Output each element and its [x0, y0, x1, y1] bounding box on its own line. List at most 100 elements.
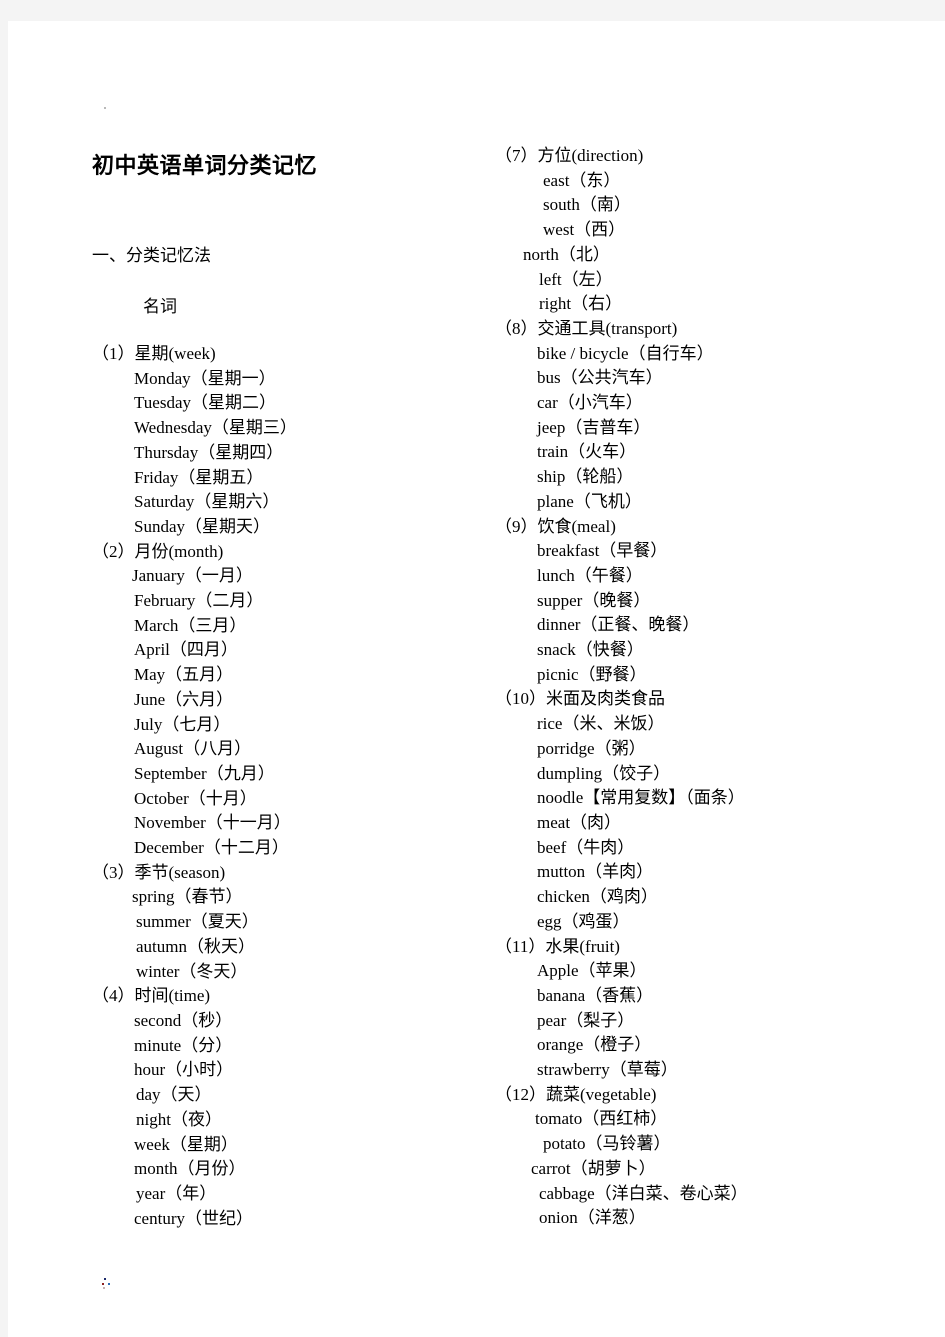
- scan-artifact-dot: [104, 107, 106, 109]
- word-group: （8）交通工具(transport) bike / bicycle（自行车） bus…: [495, 317, 925, 515]
- word-item: summer（夏天）: [136, 912, 259, 932]
- word-item: bus（公共汽车）: [537, 368, 663, 388]
- word-item: noodle【常用复数】（面条）: [537, 788, 745, 808]
- word-item: egg（鸡蛋）: [537, 911, 630, 931]
- word-item: rice（米、米饭）: [537, 714, 665, 734]
- word-item: chicken（鸡肉）: [537, 887, 658, 907]
- word-item: right（右）: [539, 294, 623, 314]
- word-group-title: （10）米面及肉类食品: [495, 689, 665, 709]
- word-item: ship（轮船）: [537, 467, 634, 487]
- word-item: train（火车）: [537, 442, 637, 462]
- word-item: pear（梨子）: [537, 1010, 635, 1030]
- word-item: supper（晚餐）: [537, 590, 651, 610]
- scan-artifact-dot: [102, 1283, 104, 1285]
- word-group: （3）季节(season) spring（春节） summer（夏天） autumn（…: [92, 861, 492, 985]
- subsection-heading: 名词: [143, 297, 177, 316]
- word-item: onion（洋葱）: [539, 1208, 646, 1228]
- left-column: （1）星期(week) Monday（星期一） Tuesday（星期二） Wednes…: [92, 342, 492, 1231]
- word-item: Friday（星期五）: [134, 467, 264, 487]
- word-item: March（三月）: [134, 615, 247, 635]
- scan-artifact-dot: [104, 1278, 106, 1280]
- word-item: Saturday（星期六）: [134, 492, 280, 512]
- word-item: October（十月）: [134, 788, 257, 808]
- word-item: hour（小时）: [134, 1060, 234, 1080]
- word-item: July（七月）: [134, 714, 231, 734]
- word-item: day（天）: [136, 1085, 212, 1105]
- word-group: （10）米面及肉类食品 rice（米、米饭） porridge（粥） dumpling…: [495, 687, 925, 934]
- word-item: plane（飞机）: [537, 491, 642, 511]
- scan-artifact-dot: [103, 1287, 105, 1289]
- word-item: Monday（星期一）: [134, 368, 276, 388]
- word-item: minute（分）: [134, 1035, 233, 1055]
- word-item: car（小汽车）: [537, 393, 643, 413]
- word-item: lunch（午餐）: [537, 565, 643, 585]
- word-group: （12）蔬菜(vegetable) tomato（西红柿） potato（马铃薯） c…: [495, 1083, 925, 1231]
- section-heading: 一、分类记忆法: [92, 246, 211, 265]
- word-group-title: （9）饮食(meal): [495, 516, 616, 536]
- word-item: picnic（野餐）: [537, 664, 647, 684]
- word-item: carrot（胡萝卜）: [531, 1158, 656, 1178]
- word-group: （2）月份(month) January（一月） February（二月） March…: [92, 540, 492, 861]
- word-item: November（十一月）: [134, 813, 291, 833]
- word-item: Thursday（星期四）: [134, 442, 284, 462]
- word-item: porridge（粥）: [537, 738, 646, 758]
- word-item: September（九月）: [134, 763, 275, 783]
- word-group: （1）星期(week) Monday（星期一） Tuesday（星期二） Wednes…: [92, 342, 492, 540]
- word-item: breakfast（早餐）: [537, 541, 668, 561]
- word-item: century（世纪）: [134, 1208, 253, 1228]
- word-item: autumn（秋天）: [136, 936, 255, 956]
- word-item: April（四月）: [134, 640, 238, 660]
- word-item: tomato（西红柿）: [535, 1109, 668, 1129]
- word-item: dinner（正餐、晚餐）: [537, 615, 700, 635]
- word-item: Apple（苹果）: [537, 961, 647, 981]
- word-item: cabbage（洋白菜、卷心菜）: [539, 1183, 748, 1203]
- word-item: mutton（羊肉）: [537, 862, 654, 882]
- word-item: jeep（吉普车）: [537, 417, 651, 437]
- word-item: February（二月）: [134, 591, 264, 611]
- word-item: bike / bicycle（自行车）: [537, 343, 714, 363]
- word-item: night（夜）: [136, 1109, 222, 1129]
- word-item: north（北）: [523, 244, 610, 264]
- word-group: （9）饮食(meal) breakfast（早餐） lunch（午餐） supper（…: [495, 515, 925, 688]
- word-item: left（左）: [539, 269, 613, 289]
- word-item: banana（香蕉）: [537, 985, 654, 1005]
- word-group-title: （2）月份(month): [92, 541, 224, 561]
- word-item: week（星期）: [134, 1134, 238, 1154]
- word-group-title: （3）季节(season): [92, 862, 226, 882]
- word-item: strawberry（草莓）: [537, 1060, 678, 1080]
- word-group-title: （1）星期(week): [92, 344, 216, 363]
- word-item: winter（冬天）: [136, 961, 248, 981]
- word-group-title: （11）水果(fruit): [495, 936, 620, 956]
- word-group: （4）时间(time) second（秒） minute（分） hour（小时） day…: [92, 984, 492, 1231]
- word-item: May（五月）: [134, 665, 234, 685]
- word-item: month（月份）: [134, 1159, 246, 1179]
- word-item: beef（牛肉）: [537, 837, 635, 857]
- word-item: east（东）: [543, 170, 621, 190]
- document-page: 初中英语单词分类记忆 一、分类记忆法 名词 （1）星期(week) Monday（…: [8, 21, 945, 1337]
- word-item: dumpling（饺子）: [537, 763, 671, 783]
- page-title: 初中英语单词分类记忆: [92, 153, 318, 178]
- word-item: orange（橙子）: [537, 1035, 652, 1055]
- word-group-title: （8）交通工具(transport): [495, 318, 678, 338]
- word-item: snack（快餐）: [537, 640, 644, 660]
- word-item: June（六月）: [134, 689, 234, 709]
- word-group-title: （7）方位(direction): [495, 146, 644, 165]
- word-item: second（秒）: [134, 1010, 233, 1030]
- word-item: January（一月）: [132, 566, 253, 586]
- word-item: August（八月）: [134, 739, 252, 759]
- right-column: （7）方位(direction) east（东） south（南） west（西） no…: [495, 144, 925, 1231]
- word-item: year（年）: [136, 1183, 217, 1203]
- word-item: south（南）: [543, 195, 631, 215]
- word-item: December（十二月）: [134, 838, 289, 858]
- scan-artifact-dot: [108, 1283, 110, 1285]
- word-group: （7）方位(direction) east（东） south（南） west（西） no…: [495, 144, 925, 317]
- word-item: potato（马铃薯）: [543, 1134, 671, 1154]
- word-group-title: （4）时间(time): [92, 986, 211, 1006]
- word-item: meat（肉）: [537, 812, 622, 832]
- word-item: spring（春节）: [132, 887, 243, 907]
- word-item: west（西）: [543, 220, 626, 240]
- word-item: Tuesday（星期二）: [134, 393, 276, 413]
- word-item: Sunday（星期天）: [134, 516, 270, 536]
- word-item: Wednesday（星期三）: [134, 418, 297, 438]
- word-group-title: （12）蔬菜(vegetable): [495, 1084, 657, 1104]
